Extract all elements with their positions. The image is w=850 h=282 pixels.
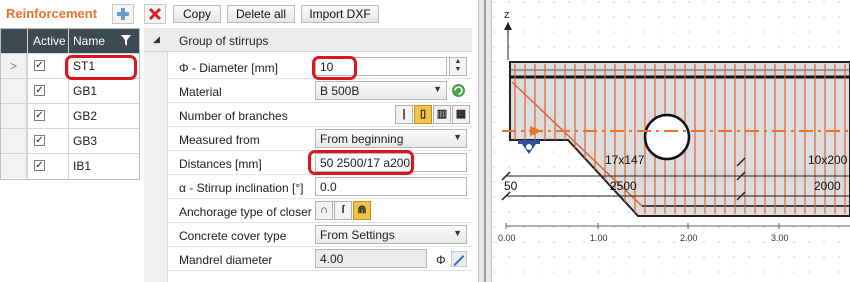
property-material: Material B 500B ▼ bbox=[168, 79, 472, 103]
delete-all-button[interactable]: Delete all bbox=[227, 5, 295, 23]
refresh-icon[interactable] bbox=[451, 83, 466, 98]
row-name[interactable]: IB1 bbox=[73, 159, 91, 173]
row-selector[interactable] bbox=[1, 104, 27, 128]
import-dxf-button[interactable]: Import DXF bbox=[301, 5, 379, 23]
plus-icon bbox=[117, 8, 129, 20]
property-label: Mandrel diameter bbox=[179, 253, 273, 267]
property-inclination: α - Stirrup inclination [°] 0.0 bbox=[168, 175, 472, 199]
property-label: Material bbox=[179, 85, 222, 99]
reinforcement-toolbar: Reinforcement Copy Delete all Import DXF bbox=[0, 0, 480, 28]
row-name[interactable]: GB2 bbox=[73, 109, 97, 123]
property-label: Φ - Diameter [mm] bbox=[179, 61, 278, 75]
row-name[interactable]: GB3 bbox=[73, 134, 97, 148]
mandrel-input[interactable]: 4.00 bbox=[315, 249, 427, 268]
measured-from-value: From beginning bbox=[320, 132, 404, 146]
table-row[interactable]: ✓ GB3 bbox=[1, 128, 139, 153]
column-active[interactable]: Active bbox=[33, 34, 66, 48]
table-header: Active Name bbox=[1, 29, 139, 53]
property-branches: Number of branches | ▯ ▥ ▦ bbox=[168, 103, 472, 127]
branches-3-icon[interactable]: ▥ bbox=[433, 105, 451, 124]
property-label: α - Stirrup inclination [°] bbox=[179, 181, 304, 195]
highlight-name bbox=[65, 55, 137, 80]
column-name[interactable]: Name bbox=[73, 34, 105, 48]
table-row[interactable]: ✓ GB1 bbox=[1, 78, 139, 103]
row-name[interactable]: GB1 bbox=[73, 84, 97, 98]
measured-from-select[interactable]: From beginning ▼ bbox=[315, 129, 467, 148]
panel-title: Reinforcement bbox=[6, 6, 98, 21]
opening-circle bbox=[643, 113, 691, 161]
row-selector[interactable] bbox=[1, 154, 27, 178]
cover-type-value: From Settings bbox=[320, 228, 395, 242]
diameter-spinner[interactable]: ▲ ▼ bbox=[449, 57, 467, 76]
branches-4-icon[interactable]: ▦ bbox=[452, 105, 470, 124]
property-label: Measured from bbox=[179, 133, 260, 147]
tick-1: 1.00 bbox=[590, 233, 608, 243]
row-selector[interactable]: > bbox=[1, 54, 27, 78]
reinforcement-table: Active Name > ✓ ST1 ✓ GB1 ✓ GB2 ✓ GB3 ✓ … bbox=[0, 28, 140, 180]
hook-open-icon[interactable]: ſ bbox=[334, 201, 352, 220]
property-label: Distances [mm] bbox=[179, 157, 262, 171]
active-checkbox[interactable]: ✓ bbox=[34, 160, 45, 171]
dim-2000: 2000 bbox=[814, 179, 841, 193]
add-button[interactable] bbox=[112, 4, 134, 24]
tick-0: 0.00 bbox=[498, 233, 516, 243]
row-selector[interactable] bbox=[1, 79, 27, 103]
chevron-down-icon: ▼ bbox=[433, 84, 442, 94]
delete-button[interactable] bbox=[144, 4, 166, 24]
active-checkbox[interactable]: ✓ bbox=[34, 135, 45, 146]
material-select[interactable]: B 500B ▼ bbox=[315, 81, 447, 100]
tick-2: 2.00 bbox=[680, 233, 698, 243]
dim-50: 50 bbox=[504, 179, 518, 193]
hook-anchor-icon[interactable]: ⋒ bbox=[353, 201, 371, 220]
material-value: B 500B bbox=[320, 84, 360, 98]
property-cover-type: Concrete cover type From Settings ▼ bbox=[168, 223, 472, 247]
chevron-down-icon: ▼ bbox=[453, 228, 462, 238]
pencil-icon[interactable] bbox=[451, 251, 467, 267]
branches-1-icon[interactable]: | bbox=[395, 105, 413, 124]
property-measured-from: Measured from From beginning ▼ bbox=[168, 127, 472, 151]
property-mandrel: Mandrel diameter 4.00 Φ bbox=[168, 247, 472, 271]
panel-splitter[interactable] bbox=[478, 0, 492, 282]
highlight-distances bbox=[308, 150, 414, 175]
inclination-input[interactable]: 0.0 bbox=[315, 177, 467, 196]
group-title: Group of stirrups bbox=[179, 34, 269, 48]
collapse-triangle-icon[interactable]: ◢ bbox=[153, 34, 160, 45]
cover-type-select[interactable]: From Settings ▼ bbox=[315, 225, 467, 244]
axis-z-label: z bbox=[504, 9, 510, 21]
table-row[interactable]: ✓ GB2 bbox=[1, 103, 139, 128]
highlight-diameter bbox=[312, 56, 357, 80]
mandrel-unit: Φ bbox=[436, 253, 446, 267]
active-checkbox[interactable]: ✓ bbox=[34, 110, 45, 121]
active-checkbox[interactable]: ✓ bbox=[34, 60, 45, 71]
filter-icon[interactable] bbox=[121, 35, 131, 46]
active-checkbox[interactable]: ✓ bbox=[34, 85, 45, 96]
properties-gutter bbox=[144, 28, 168, 282]
property-label: Anchorage type of closer bbox=[179, 205, 312, 219]
spacing-label-1: 17x147 bbox=[605, 153, 645, 167]
chevron-down-icon: ▼ bbox=[453, 132, 462, 142]
group-header[interactable]: ◢ Group of stirrups bbox=[144, 28, 472, 52]
property-label: Concrete cover type bbox=[179, 229, 287, 243]
table-row[interactable]: ✓ IB1 bbox=[1, 153, 139, 178]
hook-closed-icon[interactable]: ∩ bbox=[315, 201, 333, 220]
tick-3: 3.00 bbox=[771, 233, 789, 243]
property-anchorage: Anchorage type of closer ∩ ſ ⋒ bbox=[168, 199, 472, 223]
drawing-canvas[interactable]: z 17x147 10x200 50 2500 2000 0.00 1.00 2… bbox=[492, 0, 850, 282]
copy-button[interactable]: Copy bbox=[173, 5, 221, 23]
row-selector[interactable] bbox=[1, 129, 27, 153]
red-x-icon bbox=[148, 7, 162, 21]
spacing-label-2: 10x200 bbox=[808, 153, 848, 167]
property-label: Number of branches bbox=[179, 109, 288, 123]
branches-2-icon[interactable]: ▯ bbox=[414, 105, 432, 124]
dim-2500: 2500 bbox=[610, 179, 637, 193]
